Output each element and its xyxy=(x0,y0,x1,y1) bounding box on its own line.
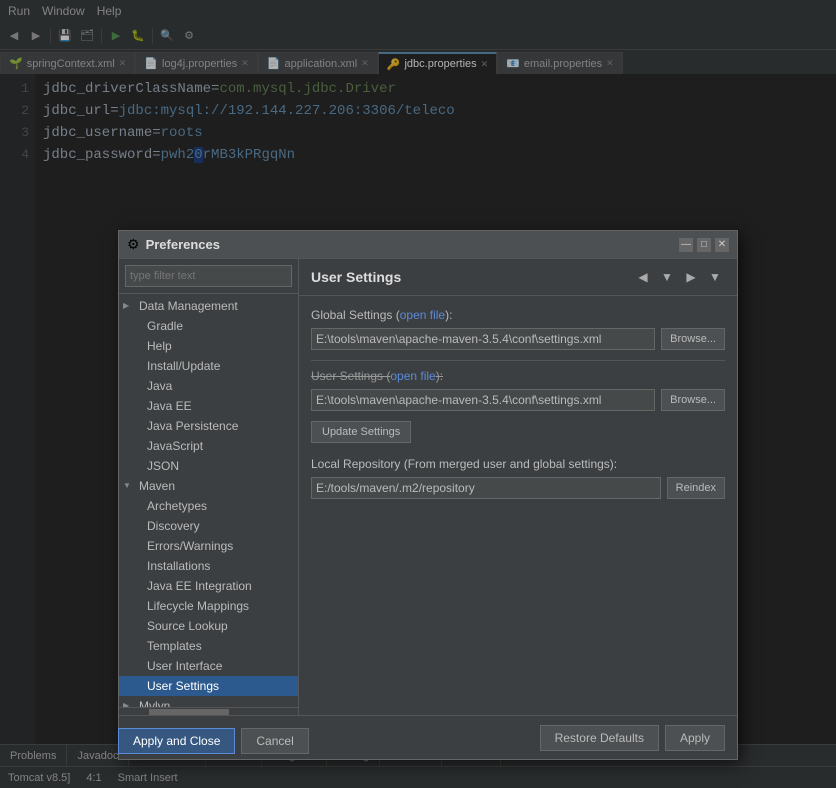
apply-and-close-btn[interactable]: Apply and Close xyxy=(118,728,235,754)
tree-item-label-archetypes: Archetypes xyxy=(147,496,207,516)
preferences-dialog-icon: ⚙ xyxy=(127,236,140,253)
tree-item-javascript[interactable]: JavaScript xyxy=(119,436,298,456)
global-settings-open-link[interactable]: open file xyxy=(400,308,445,322)
tree-item-java-ee-integration[interactable]: Java EE Integration xyxy=(119,576,298,596)
tree-item-label-javascript: JavaScript xyxy=(147,436,203,456)
preferences-dialog: ⚙ Preferences — □ ✕ ▶ Data Management Gr… xyxy=(118,230,738,760)
user-browse-btn[interactable]: Browse... xyxy=(661,389,725,411)
content-body: Global Settings (open file): Browse... U… xyxy=(299,296,737,715)
tree-item-label-data-management: Data Management xyxy=(139,296,238,316)
tree-item-label-install-update: Install/Update xyxy=(147,356,220,376)
tree-item-label-java-ee-integration: Java EE Integration xyxy=(147,576,252,596)
bottom-button-row: Apply and Close Cancel xyxy=(118,728,309,754)
reindex-btn[interactable]: Reindex xyxy=(667,477,725,499)
content-header: User Settings ◀ ▼ ▶ ▼ xyxy=(299,259,737,296)
user-settings-label: User Settings (open file): xyxy=(311,369,725,383)
tree-item-mvlyn[interactable]: ▶ Mvlyn xyxy=(119,696,298,707)
tree-content: ▶ Data Management Gradle Help Install/Up… xyxy=(119,294,298,707)
restore-defaults-btn[interactable]: Restore Defaults xyxy=(540,725,659,751)
tree-item-java-persistence[interactable]: Java Persistence xyxy=(119,416,298,436)
expand-icon-mvlyn: ▶ xyxy=(123,696,135,707)
tree-item-label-user-interface: User Interface xyxy=(147,656,222,676)
preferences-dialog-title: Preferences xyxy=(146,237,220,252)
tree-item-help[interactable]: Help xyxy=(119,336,298,356)
tree-item-errors-warnings[interactable]: Errors/Warnings xyxy=(119,536,298,556)
local-repo-field[interactable] xyxy=(311,477,661,499)
tree-panel: ▶ Data Management Gradle Help Install/Up… xyxy=(119,259,299,715)
tree-item-java-ee[interactable]: Java EE xyxy=(119,396,298,416)
tree-item-label-java: Java xyxy=(147,376,172,396)
global-settings-field[interactable] xyxy=(311,328,655,350)
user-settings-label-text: User Settings ( xyxy=(311,369,390,383)
global-settings-divider xyxy=(311,360,725,361)
tree-item-label-maven: Maven xyxy=(139,476,175,496)
tree-item-lifecycle-mappings[interactable]: Lifecycle Mappings xyxy=(119,596,298,616)
tree-item-discovery[interactable]: Discovery xyxy=(119,516,298,536)
dialog-body: ▶ Data Management Gradle Help Install/Up… xyxy=(119,259,737,715)
tree-item-label-json: JSON xyxy=(147,456,179,476)
tree-item-label-discovery: Discovery xyxy=(147,516,200,536)
tree-item-data-management[interactable]: ▶ Data Management xyxy=(119,296,298,316)
tree-item-label-java-ee: Java EE xyxy=(147,396,192,416)
tree-hscroll-thumb xyxy=(149,709,229,715)
user-settings-field[interactable] xyxy=(311,389,655,411)
tree-item-installations[interactable]: Installations xyxy=(119,556,298,576)
dialog-maximize-btn[interactable]: □ xyxy=(697,238,711,252)
dialog-title-left: ⚙ Preferences xyxy=(127,236,220,253)
dialog-minimize-btn[interactable]: — xyxy=(679,238,693,252)
local-repo-row: Reindex xyxy=(311,477,725,499)
tree-item-templates[interactable]: Templates xyxy=(119,636,298,656)
tree-hscroll[interactable] xyxy=(119,707,298,715)
tree-item-source-lookup[interactable]: Source Lookup xyxy=(119,616,298,636)
nav-back-btn[interactable]: ◀ xyxy=(633,267,653,287)
global-settings-label: Global Settings (open file): xyxy=(311,308,725,322)
content-nav: ◀ ▼ ▶ ▼ xyxy=(633,267,725,287)
tree-item-maven[interactable]: ▼ Maven xyxy=(119,476,298,496)
nav-forward-dropdown-btn[interactable]: ▼ xyxy=(705,267,725,287)
tree-item-label-gradle: Gradle xyxy=(147,316,183,336)
user-settings-label-end: ): xyxy=(436,369,443,383)
dialog-close-btn[interactable]: ✕ xyxy=(715,238,729,252)
tree-item-label-lifecycle-mappings: Lifecycle Mappings xyxy=(147,596,249,616)
tree-search-input[interactable] xyxy=(125,265,292,287)
content-panel-title: User Settings xyxy=(311,269,401,285)
tree-item-label-mvlyn: Mvlyn xyxy=(139,696,170,707)
tree-item-json[interactable]: JSON xyxy=(119,456,298,476)
tree-item-user-settings[interactable]: User Settings xyxy=(119,676,298,696)
global-browse-btn[interactable]: Browse... xyxy=(661,328,725,350)
expand-icon-data-management: ▶ xyxy=(123,296,135,316)
tree-search xyxy=(119,259,298,294)
tree-item-java[interactable]: Java xyxy=(119,376,298,396)
tree-item-archetypes[interactable]: Archetypes xyxy=(119,496,298,516)
tree-item-user-interface[interactable]: User Interface xyxy=(119,656,298,676)
expand-icon-maven: ▼ xyxy=(123,476,135,496)
content-panel: User Settings ◀ ▼ ▶ ▼ Global Settings (o… xyxy=(299,259,737,715)
tree-item-install-update[interactable]: Install/Update xyxy=(119,356,298,376)
global-settings-row: Browse... xyxy=(311,328,725,350)
update-settings-btn[interactable]: Update Settings xyxy=(311,421,411,443)
dialog-title-bar: ⚙ Preferences — □ ✕ xyxy=(119,231,737,259)
tree-item-label-user-settings: User Settings xyxy=(147,676,219,696)
dialog-title-controls: — □ ✕ xyxy=(679,238,729,252)
user-settings-row: Browse... xyxy=(311,389,725,411)
tree-item-gradle[interactable]: Gradle xyxy=(119,316,298,336)
user-settings-open-link[interactable]: open file xyxy=(390,369,435,383)
nav-dropdown-btn[interactable]: ▼ xyxy=(657,267,677,287)
tree-item-label-installations: Installations xyxy=(147,556,210,576)
tree-item-label-templates: Templates xyxy=(147,636,202,656)
tree-item-label-errors-warnings: Errors/Warnings xyxy=(147,536,233,556)
cancel-btn[interactable]: Cancel xyxy=(241,728,308,754)
tree-item-label-help: Help xyxy=(147,336,172,356)
apply-btn[interactable]: Apply xyxy=(665,725,725,751)
nav-forward-btn[interactable]: ▶ xyxy=(681,267,701,287)
tree-item-label-source-lookup: Source Lookup xyxy=(147,616,228,636)
local-repo-label: Local Repository (From merged user and g… xyxy=(311,457,725,471)
tree-item-label-java-persistence: Java Persistence xyxy=(147,416,238,436)
